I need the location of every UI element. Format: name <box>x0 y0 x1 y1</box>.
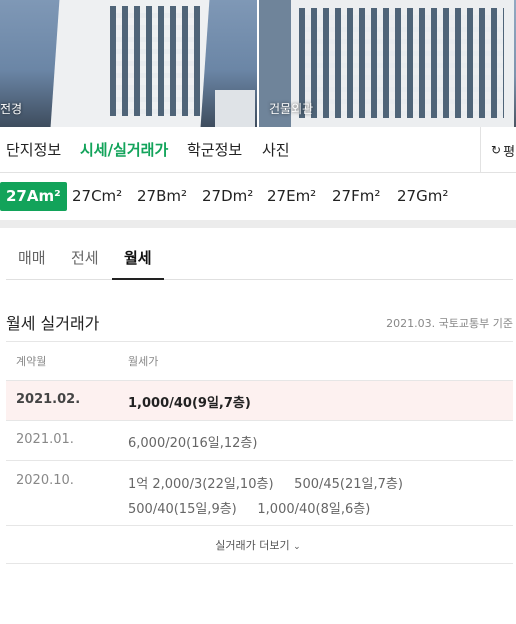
table-row: 2021.01. 6,000/20(16일,12층) <box>6 421 513 460</box>
building-windows <box>110 6 200 116</box>
deal-type-tabs: 매매 전세 월세 <box>6 228 513 280</box>
divider <box>6 563 513 564</box>
tab-sale[interactable]: 매매 <box>18 247 46 268</box>
more-transactions-label: 실거래가 더보기 <box>215 539 290 552</box>
photo-building-facade[interactable]: 건물외관 <box>259 0 516 127</box>
divider <box>6 525 513 526</box>
type-chip-27E[interactable]: 27Em² <box>267 182 316 211</box>
type-chip-27F[interactable]: 27Fm² <box>332 182 380 211</box>
row-deal: 500/40(15일,9층) 1,000/40(8일,6층) <box>128 502 371 517</box>
main-tab-bar: 단지정보 시세/실거래가 학군정보 사진 <box>0 127 516 173</box>
tab-price-transactions[interactable]: 시세/실거래가 <box>80 139 168 160</box>
divider <box>6 341 513 342</box>
photo-caption: 전경 <box>0 102 23 116</box>
table-row: 2021.02. 1,000/40(9일,7층) <box>6 381 513 420</box>
chevron-down-icon: ⌄ <box>293 542 301 552</box>
type-chip-27G[interactable]: 27Gm² <box>397 182 448 211</box>
active-tab-indicator <box>112 278 164 280</box>
type-chip-27A[interactable]: 27Am² <box>0 182 67 211</box>
type-chip-27C[interactable]: 27Cm² <box>72 182 122 211</box>
section-title: 월세 실거래가 <box>6 314 100 333</box>
refresh-icon: ↻ <box>491 143 502 157</box>
more-transactions-link[interactable]: 실거래가 더보기 ⌄ <box>0 537 516 553</box>
area-unit-toggle-button[interactable]: ↻ 평 <box>480 127 516 173</box>
row-date: 2021.01. <box>16 432 74 447</box>
tab-jeonse[interactable]: 전세 <box>71 247 99 268</box>
area-type-selector: 27Am² 27Cm² 27Bm² 27Dm² 27Em² 27Fm² 27Gm… <box>0 174 516 220</box>
building-image-small <box>215 90 255 127</box>
photo-exterior-overview[interactable]: 전경 <box>0 0 257 127</box>
row-deal: 1억 2,000/3(22일,10층) 500/45(21일,7층) <box>128 477 403 492</box>
photo-caption: 건물외관 <box>269 102 314 116</box>
column-header-contract-month: 계약월 <box>16 355 47 368</box>
column-header-rent-price: 월세가 <box>128 355 159 368</box>
row-deal: 1,000/40(9일,7층) <box>128 396 251 411</box>
row-date: 2020.10. <box>16 473 74 488</box>
type-chip-27B[interactable]: 27Bm² <box>137 182 187 211</box>
building-windows <box>299 8 504 118</box>
tab-school-info[interactable]: 학군정보 <box>187 139 242 160</box>
tab-complex-info[interactable]: 단지정보 <box>6 139 61 160</box>
row-deal: 6,000/20(16일,12층) <box>128 436 258 451</box>
photo-strip[interactable]: 전경 건물외관 <box>0 0 516 127</box>
tab-monthly-rent[interactable]: 월세 <box>124 247 152 268</box>
tab-photos[interactable]: 사진 <box>262 139 290 160</box>
table-row: 2020.10. 1억 2,000/3(22일,10층) 500/45(21일,… <box>6 461 513 525</box>
section-divider <box>0 220 516 228</box>
area-unit-label: 평 <box>503 144 516 160</box>
data-source-note: 2021.03. 국토교통부 기준 <box>386 317 513 330</box>
row-date: 2021.02. <box>16 392 81 407</box>
type-chip-27D[interactable]: 27Dm² <box>202 182 253 211</box>
